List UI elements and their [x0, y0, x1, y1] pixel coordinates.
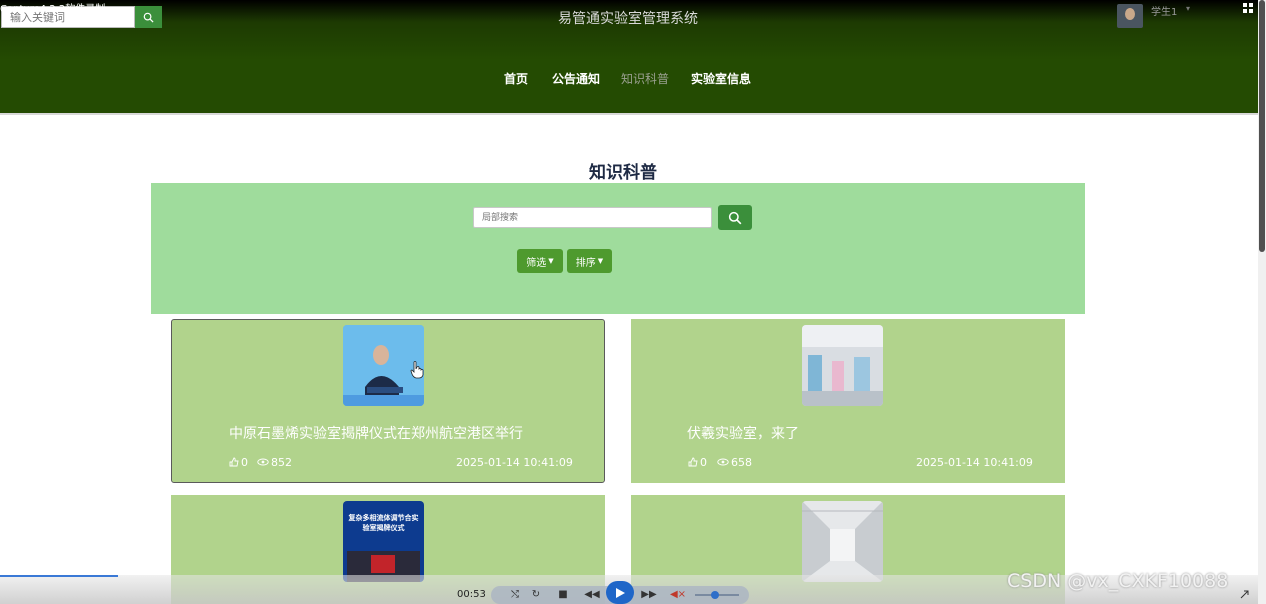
- nav-lab-info[interactable]: 实验室信息: [691, 70, 751, 87]
- caret-down-icon: ▼: [548, 257, 554, 265]
- like-count: 0: [700, 456, 707, 469]
- nav-home[interactable]: 首页: [504, 70, 528, 87]
- like-count: 0: [241, 456, 248, 469]
- cleanroom-photo-icon: [802, 501, 883, 582]
- search-icon: [728, 211, 742, 224]
- play-icon: [616, 587, 625, 598]
- top-search-button[interactable]: [135, 6, 162, 28]
- chevron-down-icon[interactable]: ▾: [1186, 4, 1190, 13]
- hand-cursor-icon: [410, 361, 424, 379]
- rewind-icon[interactable]: ◀◀: [583, 586, 601, 602]
- lab-workers-photo-icon: [802, 325, 883, 406]
- article-thumbnail[interactable]: [802, 501, 883, 582]
- recorder-label: Capture4.2.2软件录制: [0, 4, 106, 15]
- search-panel: [151, 183, 1085, 314]
- sort-dropdown-button[interactable]: 排序 ▼: [567, 249, 612, 273]
- article-title[interactable]: 中原石墨烯实验室揭牌仪式在郑州航空港区举行: [229, 423, 523, 443]
- nav-announcements[interactable]: 公告通知: [552, 70, 600, 87]
- play-button[interactable]: [606, 581, 634, 604]
- fast-forward-icon[interactable]: ▶▶: [640, 586, 658, 602]
- eye-icon: [717, 458, 729, 466]
- watermark: CSDN @vx_CXKF10088: [1007, 570, 1229, 592]
- eye-icon: [257, 458, 269, 466]
- grid-menu-icon[interactable]: [1242, 2, 1254, 14]
- user-avatar[interactable]: [1117, 4, 1143, 28]
- stop-icon[interactable]: ■: [557, 586, 569, 602]
- page-title: 知识科普: [589, 163, 657, 183]
- thumbnail-caption: 复杂多相流体调节合实验室揭牌仪式: [348, 514, 419, 532]
- shuffle-icon[interactable]: ⤭: [509, 586, 521, 602]
- header-divider: [0, 113, 1258, 115]
- filter-label: 筛选: [526, 257, 547, 269]
- app-root: Capture4.2.2软件录制 易管通实验室管理系统 学生1 ▾ 首页 公告通…: [0, 0, 1266, 604]
- nav-knowledge[interactable]: 知识科普: [621, 70, 669, 87]
- mute-icon[interactable]: ◀×: [670, 586, 686, 602]
- local-search-input[interactable]: [473, 207, 712, 228]
- filter-dropdown-button[interactable]: 筛选 ▼: [517, 249, 563, 273]
- sort-label: 排序: [575, 257, 596, 269]
- user-name[interactable]: 学生1: [1151, 3, 1177, 18]
- search-icon: [143, 12, 154, 23]
- expand-icon[interactable]: [1240, 590, 1249, 599]
- like-icon[interactable]: [229, 457, 239, 467]
- volume-knob[interactable]: [711, 591, 719, 599]
- article-title[interactable]: 伏羲实验室，来了: [687, 423, 799, 443]
- playback-progress[interactable]: [0, 575, 118, 577]
- article-date: 2025-01-14 10:41:09: [916, 456, 1033, 469]
- caret-down-icon: ▼: [597, 257, 604, 265]
- like-icon[interactable]: [688, 457, 698, 467]
- view-count: 658: [731, 456, 752, 469]
- site-title: 易管通实验室管理系统: [558, 11, 698, 27]
- playback-time: 00:53: [457, 589, 486, 600]
- repeat-icon[interactable]: ↻: [530, 586, 542, 602]
- article-thumbnail[interactable]: 复杂多相流体调节合实验室揭牌仪式: [343, 501, 424, 582]
- view-count: 852: [271, 456, 292, 469]
- article-date: 2025-01-14 10:41:09: [456, 456, 573, 469]
- local-search-button[interactable]: [718, 205, 752, 230]
- scrollbar-thumb[interactable]: [1259, 0, 1265, 252]
- article-thumbnail[interactable]: [802, 325, 883, 406]
